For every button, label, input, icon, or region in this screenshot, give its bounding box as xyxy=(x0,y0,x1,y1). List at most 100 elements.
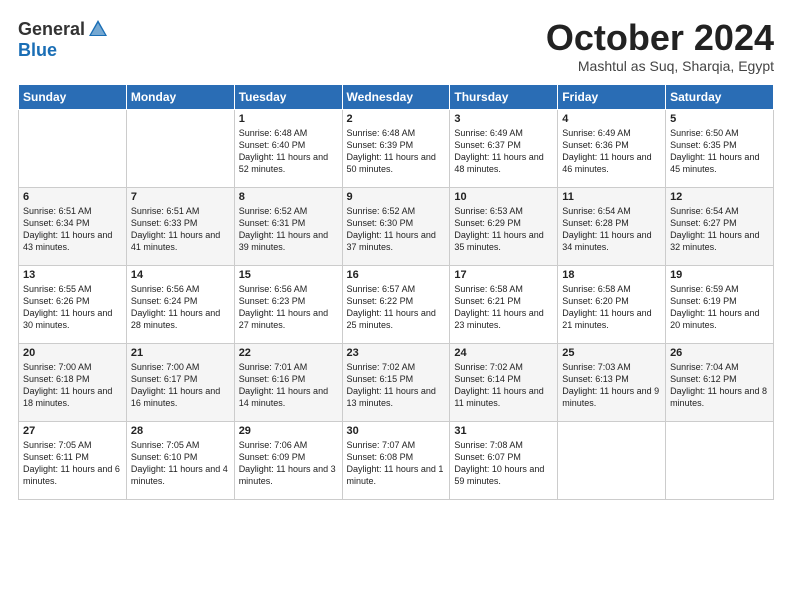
calendar-cell: 7 Sunrise: 6:51 AMSunset: 6:33 PMDaylight… xyxy=(126,187,234,265)
calendar-cell: 31 Sunrise: 7:08 AMSunset: 6:07 PMDayligh… xyxy=(450,421,558,499)
cell-info: Sunrise: 7:08 AMSunset: 6:07 PMDaylight:… xyxy=(454,439,553,488)
day-header-friday: Friday xyxy=(558,84,666,109)
calendar-cell: 26Sunrise: 7:04 AMSunset: 6:12 PMDayligh… xyxy=(666,343,774,421)
calendar-cell: 18 Sunrise: 6:58 AMSunset: 6:20 PMDayligh… xyxy=(558,265,666,343)
day-number: 31 xyxy=(454,425,553,437)
header: General Blue October 2024 Mashtul as Suq… xyxy=(18,18,774,74)
day-header-saturday: Saturday xyxy=(666,84,774,109)
cell-info: Sunrise: 6:58 AMSunset: 6:21 PMDaylight:… xyxy=(454,283,553,332)
day-number: 20 xyxy=(23,347,122,359)
day-number: 7 xyxy=(131,191,230,203)
calendar-cell: 2 Sunrise: 6:48 AMSunset: 6:39 PMDaylight… xyxy=(342,109,450,187)
calendar-cell: 8 Sunrise: 6:52 AMSunset: 6:31 PMDaylight… xyxy=(234,187,342,265)
cell-info: Sunrise: 6:55 AMSunset: 6:26 PMDaylight:… xyxy=(23,283,122,332)
calendar-cell: 3Sunrise: 6:49 AMSunset: 6:37 PMDaylight… xyxy=(450,109,558,187)
calendar-cell xyxy=(666,421,774,499)
calendar-cell: 16 Sunrise: 6:57 AMSunset: 6:22 PMDayligh… xyxy=(342,265,450,343)
calendar-cell: 21Sunrise: 7:00 AMSunset: 6:17 PMDayligh… xyxy=(126,343,234,421)
logo-general-text: General xyxy=(18,19,85,40)
cell-info: Sunrise: 6:53 AMSunset: 6:29 PMDaylight:… xyxy=(454,205,553,254)
cell-info: Sunrise: 7:06 AMSunset: 6:09 PMDaylight:… xyxy=(239,439,338,488)
cell-info: Sunrise: 6:51 AMSunset: 6:33 PMDaylight:… xyxy=(131,205,230,254)
cell-info: Sunrise: 7:05 AMSunset: 6:10 PMDaylight:… xyxy=(131,439,230,488)
calendar-cell: 25 Sunrise: 7:03 AMSunset: 6:13 PMDayligh… xyxy=(558,343,666,421)
cell-info: Sunrise: 6:50 AMSunset: 6:35 PMDaylight:… xyxy=(670,127,769,176)
calendar-cell: 24Sunrise: 7:02 AMSunset: 6:14 PMDayligh… xyxy=(450,343,558,421)
cell-info: Sunrise: 6:59 AMSunset: 6:19 PMDaylight:… xyxy=(670,283,769,332)
calendar-cell: 29 Sunrise: 7:06 AMSunset: 6:09 PMDayligh… xyxy=(234,421,342,499)
cell-info: Sunrise: 6:48 AMSunset: 6:39 PMDaylight:… xyxy=(347,127,446,176)
calendar-cell: 30 Sunrise: 7:07 AMSunset: 6:08 PMDayligh… xyxy=(342,421,450,499)
calendar-cell: 10Sunrise: 6:53 AMSunset: 6:29 PMDayligh… xyxy=(450,187,558,265)
cell-info: Sunrise: 6:54 AMSunset: 6:28 PMDaylight:… xyxy=(562,205,661,254)
location-subtitle: Mashtul as Suq, Sharqia, Egypt xyxy=(546,58,774,74)
cell-info: Sunrise: 7:02 AMSunset: 6:15 PMDaylight:… xyxy=(347,361,446,410)
day-number: 12 xyxy=(670,191,769,203)
day-number: 30 xyxy=(347,425,446,437)
cell-info: Sunrise: 6:52 AMSunset: 6:31 PMDaylight:… xyxy=(239,205,338,254)
calendar-cell: 5 Sunrise: 6:50 AMSunset: 6:35 PMDaylight… xyxy=(666,109,774,187)
calendar-cell: 19 Sunrise: 6:59 AMSunset: 6:19 PMDayligh… xyxy=(666,265,774,343)
day-header-thursday: Thursday xyxy=(450,84,558,109)
calendar-cell: 12 Sunrise: 6:54 AMSunset: 6:27 PMDayligh… xyxy=(666,187,774,265)
day-number: 19 xyxy=(670,269,769,281)
logo-blue-text: Blue xyxy=(18,40,57,60)
day-number: 25 xyxy=(562,347,661,359)
day-number: 27 xyxy=(23,425,122,437)
calendar-table: SundayMondayTuesdayWednesdayThursdayFrid… xyxy=(18,84,774,500)
day-number: 18 xyxy=(562,269,661,281)
day-number: 29 xyxy=(239,425,338,437)
logo: General Blue xyxy=(18,18,109,61)
day-number: 14 xyxy=(131,269,230,281)
week-row-2: 6 Sunrise: 6:51 AMSunset: 6:34 PMDaylight… xyxy=(19,187,774,265)
cell-info: Sunrise: 6:54 AMSunset: 6:27 PMDaylight:… xyxy=(670,205,769,254)
cell-info: Sunrise: 7:07 AMSunset: 6:08 PMDaylight:… xyxy=(347,439,446,488)
calendar-cell xyxy=(558,421,666,499)
calendar-cell: 17 Sunrise: 6:58 AMSunset: 6:21 PMDayligh… xyxy=(450,265,558,343)
calendar-cell: 23Sunrise: 7:02 AMSunset: 6:15 PMDayligh… xyxy=(342,343,450,421)
day-number: 22 xyxy=(239,347,338,359)
cell-info: Sunrise: 6:56 AMSunset: 6:23 PMDaylight:… xyxy=(239,283,338,332)
calendar-cell: 6 Sunrise: 6:51 AMSunset: 6:34 PMDaylight… xyxy=(19,187,127,265)
day-number: 4 xyxy=(562,113,661,125)
cell-info: Sunrise: 7:01 AMSunset: 6:16 PMDaylight:… xyxy=(239,361,338,410)
day-number: 9 xyxy=(347,191,446,203)
cell-info: Sunrise: 6:56 AMSunset: 6:24 PMDaylight:… xyxy=(131,283,230,332)
week-row-3: 13 Sunrise: 6:55 AMSunset: 6:26 PMDayligh… xyxy=(19,265,774,343)
day-number: 26 xyxy=(670,347,769,359)
title-block: October 2024 Mashtul as Suq, Sharqia, Eg… xyxy=(546,18,774,74)
cell-info: Sunrise: 7:03 AMSunset: 6:13 PMDaylight:… xyxy=(562,361,661,410)
calendar-cell: 13 Sunrise: 6:55 AMSunset: 6:26 PMDayligh… xyxy=(19,265,127,343)
calendar-cell: 15 Sunrise: 6:56 AMSunset: 6:23 PMDayligh… xyxy=(234,265,342,343)
day-number: 1 xyxy=(239,113,338,125)
day-header-sunday: Sunday xyxy=(19,84,127,109)
cell-info: Sunrise: 6:49 AMSunset: 6:36 PMDaylight:… xyxy=(562,127,661,176)
day-number: 28 xyxy=(131,425,230,437)
day-number: 5 xyxy=(670,113,769,125)
cell-info: Sunrise: 6:57 AMSunset: 6:22 PMDaylight:… xyxy=(347,283,446,332)
day-number: 17 xyxy=(454,269,553,281)
calendar-cell xyxy=(19,109,127,187)
day-number: 15 xyxy=(239,269,338,281)
cell-info: Sunrise: 7:00 AMSunset: 6:18 PMDaylight:… xyxy=(23,361,122,410)
week-row-1: 1 Sunrise: 6:48 AMSunset: 6:40 PMDaylight… xyxy=(19,109,774,187)
day-number: 2 xyxy=(347,113,446,125)
cell-info: Sunrise: 6:58 AMSunset: 6:20 PMDaylight:… xyxy=(562,283,661,332)
calendar-cell: 28 Sunrise: 7:05 AMSunset: 6:10 PMDayligh… xyxy=(126,421,234,499)
cell-info: Sunrise: 6:51 AMSunset: 6:34 PMDaylight:… xyxy=(23,205,122,254)
logo-text: General xyxy=(18,18,109,40)
day-number: 11 xyxy=(562,191,661,203)
calendar-cell: 27Sunrise: 7:05 AMSunset: 6:11 PMDayligh… xyxy=(19,421,127,499)
day-number: 16 xyxy=(347,269,446,281)
day-number: 13 xyxy=(23,269,122,281)
day-number: 6 xyxy=(23,191,122,203)
week-row-4: 20 Sunrise: 7:00 AMSunset: 6:18 PMDayligh… xyxy=(19,343,774,421)
logo-icon xyxy=(87,18,109,40)
cell-info: Sunrise: 6:48 AMSunset: 6:40 PMDaylight:… xyxy=(239,127,338,176)
calendar-cell: 20 Sunrise: 7:00 AMSunset: 6:18 PMDayligh… xyxy=(19,343,127,421)
day-header-tuesday: Tuesday xyxy=(234,84,342,109)
cell-info: Sunrise: 7:02 AMSunset: 6:14 PMDaylight:… xyxy=(454,361,553,410)
header-row: SundayMondayTuesdayWednesdayThursdayFrid… xyxy=(19,84,774,109)
day-number: 8 xyxy=(239,191,338,203)
page: General Blue October 2024 Mashtul as Suq… xyxy=(0,0,792,612)
